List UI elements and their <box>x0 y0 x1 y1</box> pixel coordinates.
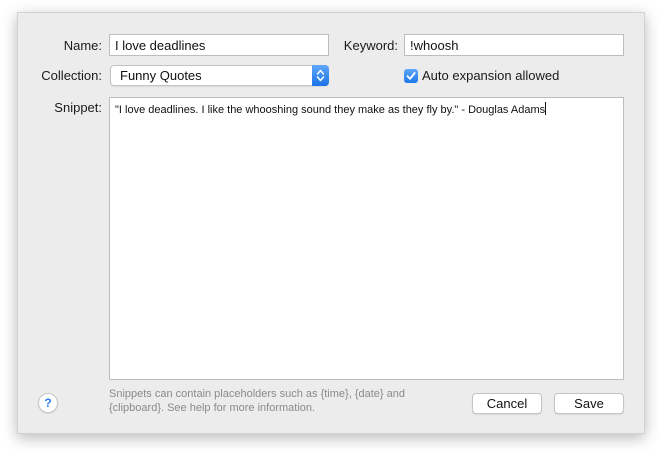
auto-expansion-label[interactable]: Auto expansion allowed <box>422 68 559 84</box>
save-button[interactable]: Save <box>554 393 624 414</box>
name-input[interactable] <box>109 34 329 56</box>
name-label: Name: <box>63 38 102 53</box>
keyword-label: Keyword: <box>343 38 398 53</box>
snippet-text: "I love deadlines. I like the whooshing … <box>115 104 546 116</box>
snippet-textarea[interactable]: "I love deadlines. I like the whooshing … <box>109 97 624 380</box>
text-caret <box>545 102 547 115</box>
collection-select[interactable]: Funny Quotes <box>110 65 329 86</box>
placeholder-hint-text: Snippets can contain placeholders such a… <box>109 388 405 414</box>
chevron-up-down-icon <box>312 65 329 86</box>
keyword-input[interactable] <box>404 34 624 56</box>
snippet-editor-sheet: Name: Keyword: Collection: Funny Quotes … <box>17 12 645 434</box>
auto-expansion-checkbox[interactable] <box>404 69 418 83</box>
checkmark-icon <box>406 72 416 80</box>
collection-select-value: Funny Quotes <box>120 68 202 83</box>
snippet-label: Snippet: <box>54 100 102 115</box>
cancel-button[interactable]: Cancel <box>472 393 542 414</box>
help-button[interactable]: ? <box>38 393 58 413</box>
collection-label: Collection: <box>41 68 102 83</box>
question-mark-icon: ? <box>44 396 52 410</box>
